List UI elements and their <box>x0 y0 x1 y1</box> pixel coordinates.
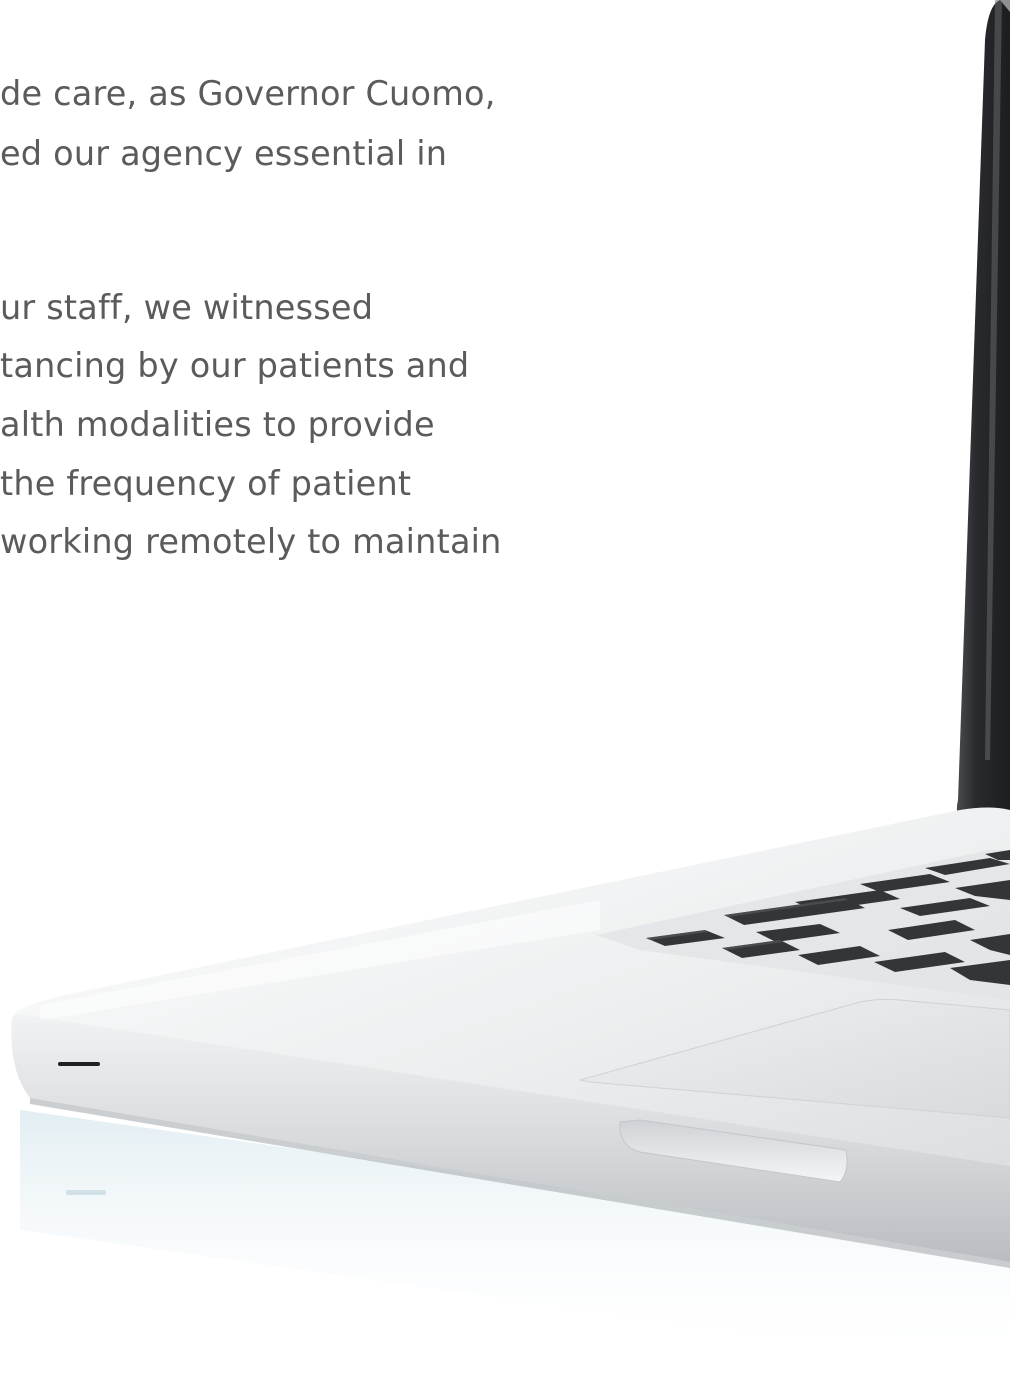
page: de care, as Governor Cuomo, ed our agenc… <box>0 0 1010 1400</box>
paragraph-2-line-1: ur staff, we witnessed <box>0 288 374 327</box>
paragraph-1-line-1: de care, as Governor Cuomo, <box>0 74 496 113</box>
laptop-photo <box>11 0 1010 1370</box>
paragraph-2-line-2: tancing by our patients and <box>0 346 470 385</box>
paragraph-2-line-3: alth modalities to provide <box>0 405 435 444</box>
paragraph-2-line-5: working remotely to maintain <box>0 522 502 561</box>
paragraph-1-line-2: ed our agency essential in <box>0 134 448 173</box>
paragraph-2-line-4: the frequency of patient <box>0 464 412 503</box>
